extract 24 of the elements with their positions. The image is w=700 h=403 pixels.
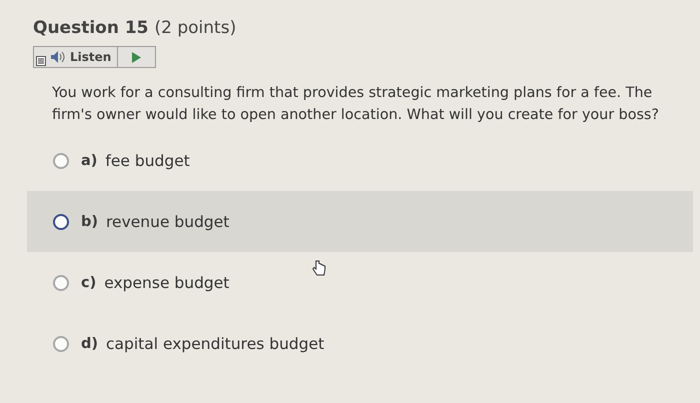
answer-option-row[interactable]: b) revenue budget — [27, 191, 693, 252]
listen-button[interactable]: Listen — [34, 47, 118, 67]
menu-icon — [36, 56, 46, 66]
option-text: revenue budget — [106, 212, 230, 230]
radio-button[interactable] — [53, 152, 69, 168]
answer-option-row[interactable]: c) expense budget — [27, 252, 693, 313]
answer-option-row[interactable]: a) fee budget — [27, 130, 693, 191]
radio-button[interactable] — [53, 214, 69, 230]
answer-option-row[interactable]: d) capital expenditures budget — [27, 313, 693, 374]
option-text: fee budget — [105, 152, 190, 170]
option-letter: d) — [81, 336, 98, 352]
option-letter: a) — [81, 152, 98, 168]
option-text: capital expenditures budget — [106, 334, 324, 352]
speaker-icon — [51, 51, 65, 63]
question-title: Question 15 — [33, 18, 149, 38]
option-letter: b) — [81, 214, 98, 230]
option-text: expense budget — [104, 274, 230, 292]
radio-button[interactable] — [53, 274, 69, 290]
question-points: (2 points) — [154, 18, 236, 38]
question-text: You work for a consulting firm that provides strategic marketing plans for a fee. The firm's owner would like to open another location. What will you create for your boss? — [52, 84, 660, 125]
play-icon — [132, 52, 142, 62]
option-letter: c) — [81, 274, 96, 290]
radio-button[interactable] — [53, 336, 69, 352]
hand-cursor-icon — [312, 260, 326, 276]
